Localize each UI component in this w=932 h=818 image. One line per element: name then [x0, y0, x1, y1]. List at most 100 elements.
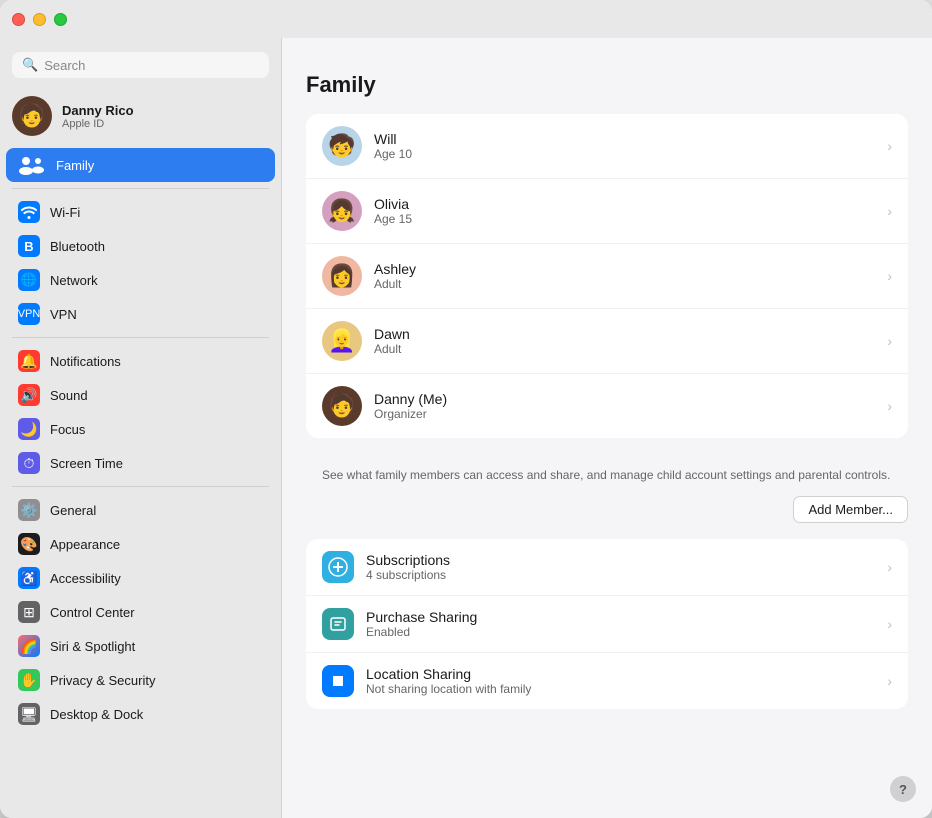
minimize-button[interactable]: [33, 13, 46, 26]
sidebar-divider-2: [12, 337, 269, 338]
avatar-will: 🧒: [322, 126, 362, 166]
member-name-will: Will: [374, 131, 875, 147]
service-info-location: Location Sharing Not sharing location wi…: [366, 666, 875, 696]
member-info-olivia: Olivia Age 15: [374, 196, 875, 226]
notifications-icon: 🔔: [18, 350, 40, 372]
member-name-danny: Danny (Me): [374, 391, 875, 407]
sidebar-item-sound[interactable]: 🔊 Sound: [6, 378, 275, 412]
sidebar-item-label-desktop: Desktop & Dock: [50, 707, 143, 722]
chevron-icon-will: ›: [887, 138, 892, 154]
sidebar-item-focus[interactable]: 🌙 Focus: [6, 412, 275, 446]
sidebar-item-label-network: Network: [50, 273, 98, 288]
member-name-ashley: Ashley: [374, 261, 875, 277]
sidebar-item-label-bluetooth: Bluetooth: [50, 239, 105, 254]
service-info-purchase: Purchase Sharing Enabled: [366, 609, 875, 639]
sidebar-item-label-wifi: Wi-Fi: [50, 205, 80, 220]
service-sub-location: Not sharing location with family: [366, 682, 875, 696]
sidebar: 🔍 Search 🧑 Danny Rico Apple ID: [0, 0, 282, 818]
add-member-row: Add Member...: [306, 496, 908, 539]
subscriptions-icon: [322, 551, 354, 583]
member-sub-olivia: Age 15: [374, 212, 875, 226]
location-icon: [322, 665, 354, 697]
chevron-icon-olivia: ›: [887, 203, 892, 219]
chevron-icon-subscriptions: ›: [887, 559, 892, 575]
chevron-icon-dawn: ›: [887, 333, 892, 349]
user-profile[interactable]: 🧑 Danny Rico Apple ID: [0, 90, 281, 142]
service-info-subscriptions: Subscriptions 4 subscriptions: [366, 552, 875, 582]
avatar-olivia: 👧: [322, 191, 362, 231]
avatar-ashley: 👩: [322, 256, 362, 296]
sidebar-item-siri[interactable]: 🌈 Siri & Spotlight: [6, 629, 275, 663]
services-card: Subscriptions 4 subscriptions › Purchas: [306, 539, 908, 709]
member-row-ashley[interactable]: 👩 Ashley Adult ›: [306, 244, 908, 309]
sidebar-item-appearance[interactable]: 🎨 Appearance: [6, 527, 275, 561]
member-row-will[interactable]: 🧒 Will Age 10 ›: [306, 114, 908, 179]
main-content: Family 🧒 Will Age 10 › 👧: [282, 0, 932, 818]
user-name: Danny Rico: [62, 103, 134, 118]
member-sub-dawn: Adult: [374, 342, 875, 356]
sidebar-item-desktop[interactable]: 🖥 Desktop & Dock: [6, 697, 275, 731]
wifi-icon: [18, 201, 40, 223]
sidebar-item-label-vpn: VPN: [50, 307, 77, 322]
chevron-icon-ashley: ›: [887, 268, 892, 284]
sidebar-divider-3: [12, 486, 269, 487]
member-info-danny: Danny (Me) Organizer: [374, 391, 875, 421]
sidebar-item-label-siri: Siri & Spotlight: [50, 639, 135, 654]
user-info: Danny Rico Apple ID: [62, 103, 134, 130]
search-box[interactable]: 🔍 Search: [12, 52, 269, 78]
add-member-button[interactable]: Add Member...: [793, 496, 908, 523]
member-sub-will: Age 10: [374, 147, 875, 161]
sidebar-item-privacy[interactable]: ✋ Privacy & Security: [6, 663, 275, 697]
sidebar-item-notifications[interactable]: 🔔 Notifications: [6, 344, 275, 378]
maximize-button[interactable]: [54, 13, 67, 26]
service-name-purchase: Purchase Sharing: [366, 609, 875, 625]
sidebar-item-label-family: Family: [56, 158, 94, 173]
sidebar-item-label-general: General: [50, 503, 96, 518]
member-info-dawn: Dawn Adult: [374, 326, 875, 356]
service-row-subscriptions[interactable]: Subscriptions 4 subscriptions ›: [306, 539, 908, 596]
avatar-danny: 🧑: [322, 386, 362, 426]
chevron-icon-location: ›: [887, 673, 892, 689]
sidebar-item-label-privacy: Privacy & Security: [50, 673, 155, 688]
focus-icon: 🌙: [18, 418, 40, 440]
sidebar-item-screentime[interactable]: ⏱ Screen Time: [6, 446, 275, 480]
member-row-olivia[interactable]: 👧 Olivia Age 15 ›: [306, 179, 908, 244]
sidebar-item-general[interactable]: ⚙️ General: [6, 493, 275, 527]
service-row-purchase[interactable]: Purchase Sharing Enabled ›: [306, 596, 908, 653]
close-button[interactable]: [12, 13, 25, 26]
member-row-danny[interactable]: 🧑 Danny (Me) Organizer ›: [306, 374, 908, 438]
privacy-icon: ✋: [18, 669, 40, 691]
sidebar-item-label-notifications: Notifications: [50, 354, 121, 369]
member-sub-ashley: Adult: [374, 277, 875, 291]
appearance-icon: 🎨: [18, 533, 40, 555]
sidebar-item-label-sound: Sound: [50, 388, 88, 403]
help-button[interactable]: ?: [890, 776, 916, 802]
service-row-location[interactable]: Location Sharing Not sharing location wi…: [306, 653, 908, 709]
sidebar-item-label-controlcenter: Control Center: [50, 605, 135, 620]
member-info-ashley: Ashley Adult: [374, 261, 875, 291]
member-name-olivia: Olivia: [374, 196, 875, 212]
sidebar-item-accessibility[interactable]: ♿ Accessibility: [6, 561, 275, 595]
member-row-dawn[interactable]: 👱‍♀️ Dawn Adult ›: [306, 309, 908, 374]
accessibility-icon: ♿: [18, 567, 40, 589]
sidebar-divider-1: [12, 188, 269, 189]
sidebar-item-label-focus: Focus: [50, 422, 85, 437]
desktop-icon: 🖥: [18, 703, 40, 725]
sidebar-item-controlcenter[interactable]: ⊞ Control Center: [6, 595, 275, 629]
chevron-icon-purchase: ›: [887, 616, 892, 632]
sidebar-item-label-screentime: Screen Time: [50, 456, 123, 471]
sidebar-item-family[interactable]: Family: [6, 148, 275, 182]
chevron-icon-danny: ›: [887, 398, 892, 414]
sidebar-item-network[interactable]: 🌐 Network: [6, 263, 275, 297]
purchase-icon: [322, 608, 354, 640]
family-members-card: 🧒 Will Age 10 › 👧 Olivia Age 15: [306, 114, 908, 438]
member-name-dawn: Dawn: [374, 326, 875, 342]
sidebar-item-wifi[interactable]: Wi-Fi: [6, 195, 275, 229]
sidebar-item-vpn[interactable]: VPN VPN: [6, 297, 275, 331]
search-input[interactable]: Search: [44, 58, 85, 73]
main-inner: Family 🧒 Will Age 10 › 👧: [282, 52, 932, 765]
sidebar-item-label-appearance: Appearance: [50, 537, 120, 552]
avatar: 🧑: [12, 96, 52, 136]
sidebar-item-bluetooth[interactable]: B Bluetooth: [6, 229, 275, 263]
service-sub-purchase: Enabled: [366, 625, 875, 639]
